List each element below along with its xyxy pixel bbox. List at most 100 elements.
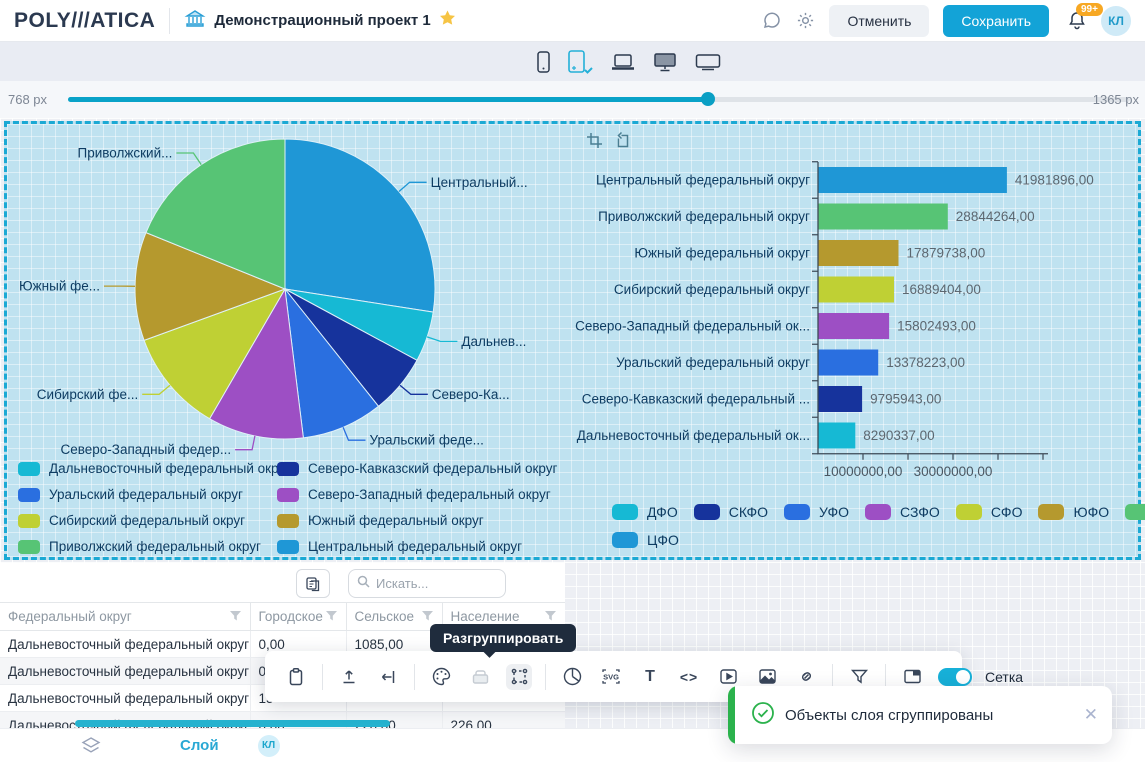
horizontal-scrollbar-thumb[interactable] bbox=[75, 720, 390, 727]
comments-icon[interactable] bbox=[762, 11, 782, 30]
pie-callout-line bbox=[343, 427, 365, 440]
pie-legend-item-ЦФО[interactable]: Центральный федеральный округ bbox=[277, 539, 557, 554]
toolbar-divider bbox=[322, 664, 323, 690]
bar-value-label: 41981896,00 bbox=[1015, 173, 1094, 188]
bar-value-label: 17879738,00 bbox=[906, 246, 985, 261]
pie-legend-item-ЮФО[interactable]: Южный федеральный округ bbox=[277, 513, 557, 528]
bar-legend-item-СЗФО[interactable]: СЗФО bbox=[865, 504, 940, 520]
ungroup-icon-active[interactable] bbox=[506, 664, 532, 690]
svg-icon[interactable]: SVG bbox=[598, 664, 624, 690]
bar-legend-item-СКФО[interactable]: СКФО bbox=[694, 504, 768, 520]
legend-label: СФО bbox=[991, 504, 1023, 520]
bar-legend-item-СФО[interactable]: СФО bbox=[956, 504, 1023, 520]
legend-label: Северо-Западный федеральный округ bbox=[308, 487, 551, 502]
column-filter-icon[interactable] bbox=[229, 610, 242, 626]
pie-callout-label: Северо-Западный федер... bbox=[61, 442, 232, 457]
code-icon[interactable]: <> bbox=[676, 664, 702, 690]
device-phone-icon[interactable] bbox=[536, 50, 551, 74]
pie-slice-ЦФО[interactable] bbox=[285, 139, 435, 312]
device-tv-icon[interactable] bbox=[694, 52, 722, 72]
bar-value-label: 9795943,00 bbox=[870, 392, 941, 407]
table-search bbox=[348, 569, 506, 598]
viewport-width-slider[interactable] bbox=[68, 97, 1130, 102]
device-laptop-icon[interactable] bbox=[610, 52, 636, 72]
pie-legend-item-СФО[interactable]: Сибирский федеральный округ bbox=[18, 513, 273, 528]
column-filter-icon[interactable] bbox=[325, 610, 338, 626]
workspace: Центральный...Дальнев...Северо-Ка...Урал… bbox=[0, 118, 1145, 728]
toolbar-divider bbox=[414, 664, 415, 690]
legend-swatch bbox=[1125, 504, 1145, 520]
save-button[interactable]: Сохранить bbox=[943, 5, 1049, 37]
pie-legend-item-УФО[interactable]: Уральский федеральный округ bbox=[18, 487, 273, 502]
pie-legend-item-СКФО[interactable]: Северо-Кавказский федеральный округ bbox=[277, 461, 557, 476]
slider-thumb[interactable] bbox=[701, 92, 715, 106]
favorite-star-icon[interactable] bbox=[439, 10, 456, 31]
layer-tab-label[interactable]: Слой bbox=[180, 737, 219, 754]
toast-close-icon[interactable]: ✕ bbox=[1084, 705, 1098, 725]
legend-label: СЗФО bbox=[900, 504, 940, 520]
svg-text:SVG: SVG bbox=[603, 673, 619, 682]
bar-legend-item-ЦФО[interactable]: ЦФО bbox=[612, 532, 679, 548]
legend-swatch bbox=[18, 488, 40, 502]
layers-icon[interactable] bbox=[80, 736, 102, 756]
bar-value-label: 28844264,00 bbox=[956, 209, 1035, 224]
pie-callout-label: Приволжский... bbox=[77, 145, 172, 160]
bar-legend-item-ЮФО[interactable]: ЮФО bbox=[1038, 504, 1109, 520]
copy-table-icon[interactable] bbox=[296, 569, 330, 598]
bar-chart: Центральный федеральный округ 41981896,00… bbox=[572, 124, 1138, 557]
search-icon bbox=[357, 575, 370, 593]
project-bank-icon bbox=[184, 8, 206, 33]
bar-category-label: Сибирский федеральный округ bbox=[614, 282, 810, 297]
upload-icon[interactable] bbox=[336, 664, 362, 690]
grid-toggle[interactable] bbox=[938, 668, 972, 686]
bar-category-label: Центральный федеральный округ bbox=[596, 173, 810, 188]
insert-left-icon[interactable] bbox=[375, 664, 401, 690]
settings-gear-icon[interactable] bbox=[796, 11, 815, 30]
bar-legend-item-ПФО[interactable]: ПФО bbox=[1125, 504, 1145, 520]
pie-callout-line bbox=[427, 337, 457, 342]
slider-fill bbox=[68, 97, 708, 102]
pie-callout-label: Сибирский фе... bbox=[37, 387, 138, 402]
legend-label: Центральный федеральный округ bbox=[308, 539, 522, 554]
user-avatar[interactable]: КЛ bbox=[1101, 6, 1131, 36]
paste-icon[interactable] bbox=[283, 664, 309, 690]
bar-value-label: 16889404,00 bbox=[902, 282, 981, 297]
legend-label: Южный федеральный округ bbox=[308, 513, 484, 528]
bar-category-label: Северо-Западный федеральный ок... bbox=[575, 319, 810, 334]
bar-segment[interactable] bbox=[818, 240, 899, 266]
bar-segment[interactable] bbox=[818, 277, 894, 303]
device-tablet-icon-selected[interactable] bbox=[567, 49, 594, 75]
table-search-input[interactable] bbox=[376, 576, 497, 591]
legend-label: ЮФО bbox=[1073, 504, 1109, 520]
device-desktop-icon[interactable] bbox=[652, 51, 678, 73]
bar-segment[interactable] bbox=[818, 423, 855, 449]
pie-legend-item-ДФО[interactable]: Дальневосточный федеральный округ bbox=[18, 461, 273, 476]
palette-icon[interactable] bbox=[428, 664, 454, 690]
bar-category-label: Приволжский федеральный округ bbox=[598, 209, 810, 224]
cancel-button[interactable]: Отменить bbox=[829, 5, 929, 37]
container-icon-disabled[interactable] bbox=[467, 664, 493, 690]
pie-legend-item-ПФО[interactable]: Приволжский федеральный округ bbox=[18, 539, 273, 554]
text-icon[interactable]: T bbox=[637, 664, 663, 690]
bar-segment[interactable] bbox=[818, 313, 889, 339]
bar-segment[interactable] bbox=[818, 350, 878, 376]
bar-segment[interactable] bbox=[818, 204, 948, 230]
legend-swatch bbox=[18, 462, 40, 476]
bar-legend-item-УФО[interactable]: УФО bbox=[784, 504, 849, 520]
pie-legend-item-СЗФО[interactable]: Северо-Западный федеральный округ bbox=[277, 487, 557, 502]
bar-segment[interactable] bbox=[818, 386, 862, 412]
legend-swatch bbox=[1038, 504, 1064, 520]
legend-label: СКФО bbox=[729, 504, 768, 520]
legend-label: Северо-Кавказский федеральный округ bbox=[308, 461, 557, 476]
pie-chart-icon[interactable] bbox=[559, 664, 585, 690]
bar-value-label: 15802493,00 bbox=[897, 319, 976, 334]
legend-swatch bbox=[277, 488, 299, 502]
pie-callout-label: Южный фе... bbox=[19, 279, 100, 294]
bar-segment[interactable] bbox=[818, 167, 1007, 193]
column-filter-icon[interactable] bbox=[421, 610, 434, 626]
bar-legend-item-ДФО[interactable]: ДФО bbox=[612, 504, 678, 520]
column-header-Сельское: Сельское bbox=[346, 603, 442, 631]
bar-category-label: Северо-Кавказский федеральный ... bbox=[582, 392, 810, 407]
dashboard-canvas-selected[interactable]: Центральный...Дальнев...Северо-Ка...Урал… bbox=[4, 121, 1141, 560]
viewport-max-label: 1365 px bbox=[1093, 92, 1139, 107]
